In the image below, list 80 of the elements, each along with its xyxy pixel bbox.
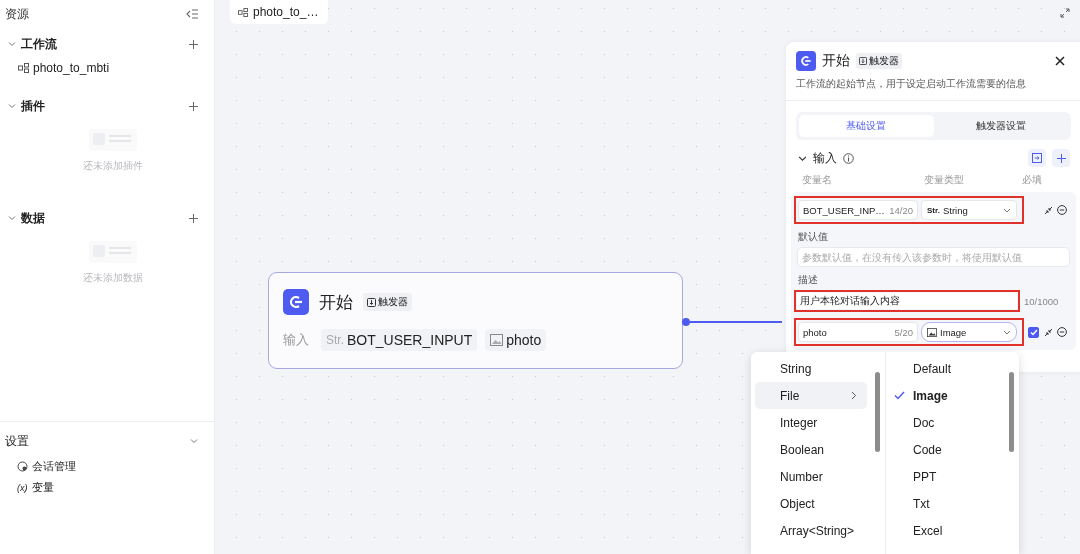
scrollbar[interactable] (875, 372, 880, 452)
add-button[interactable] (1052, 149, 1070, 167)
variable-name-field[interactable]: photo 5/20 (798, 322, 918, 342)
trigger-badge: 触发器 (363, 293, 412, 311)
menu-item[interactable]: Doc (890, 409, 1002, 436)
sidebar-title: 资源 (5, 5, 29, 23)
required-checkbox[interactable] (1028, 326, 1039, 338)
menu-item[interactable]: File (755, 382, 867, 409)
section-title[interactable]: 插件 (21, 97, 45, 115)
add-icon[interactable] (189, 213, 198, 223)
character-count: 10/1000 (1024, 295, 1059, 307)
trigger-icon (367, 297, 376, 307)
settings-title[interactable]: 设置 (5, 432, 29, 450)
trigger-badge: 触发器 (856, 53, 902, 69)
variable-type-select[interactable]: Image (921, 322, 1017, 342)
field-label: 描述 (798, 274, 819, 287)
image-icon (490, 334, 504, 346)
panel-description: 工作流的起始节点，用于设定启动工作流需要的信息 (786, 78, 1080, 101)
section-title[interactable]: 数据 (21, 209, 45, 227)
settings-tab[interactable]: 基础设置 (799, 115, 934, 137)
menu-item[interactable]: String (755, 355, 867, 382)
variable-name-field[interactable]: BOT_USER_INP… 14/20 (798, 200, 918, 220)
add-icon[interactable] (189, 101, 198, 111)
dropdown-icon (1003, 329, 1011, 335)
chat-settings-icon (17, 461, 28, 472)
empty-text: 还未添加插件 (83, 159, 143, 173)
settings-item[interactable]: 会话管理 (5, 456, 198, 477)
start-node-icon (796, 51, 816, 71)
chevron-icon[interactable] (798, 153, 807, 163)
image-icon (927, 327, 937, 337)
remove-icon[interactable] (1057, 327, 1067, 337)
menu-item[interactable]: Code (890, 436, 1002, 463)
import-button[interactable] (1028, 149, 1046, 167)
import-icon (1032, 153, 1042, 163)
panel-title: 开始 (822, 52, 850, 70)
add-icon[interactable] (189, 39, 198, 49)
checkmark-icon (894, 391, 905, 400)
canvas-tab[interactable]: photo_to_… (230, 0, 329, 24)
collapse-row-icon[interactable] (1044, 205, 1053, 215)
workflow-icon (18, 63, 29, 73)
column-header: 变量名 (802, 174, 833, 187)
collapse-icon[interactable] (186, 9, 198, 19)
default-value-field[interactable]: 参数默认值，在没有传入该参数时，将使用默认值 (797, 247, 1070, 267)
input-chip: photo (485, 329, 547, 351)
node-title: 开始 (319, 291, 353, 314)
info-icon[interactable] (843, 152, 854, 164)
menu-item[interactable]: Txt (890, 490, 1002, 517)
trigger-icon (859, 57, 867, 65)
settings-tab[interactable]: 触发器设置 (933, 115, 1068, 137)
menu-item[interactable]: Image (890, 382, 1002, 409)
variable-type-select[interactable]: Str. String (921, 200, 1017, 220)
collapse-row-icon[interactable] (1044, 327, 1053, 337)
settings-item[interactable]: (x) 变量 (5, 477, 198, 498)
empty-text: 还未添加数据 (83, 271, 143, 285)
menu-item[interactable]: Excel (890, 517, 1002, 544)
workflow-item[interactable]: photo_to_mbti (8, 53, 198, 83)
dropdown-icon (1003, 207, 1011, 213)
menu-item[interactable]: Object (755, 490, 867, 517)
description-field[interactable]: 用户本轮对话输入内容 (797, 293, 1017, 309)
menu-item[interactable]: Number (755, 463, 867, 490)
add-icon (1056, 153, 1066, 163)
close-icon[interactable] (1055, 56, 1065, 66)
input-chip: Str. BOT_USER_INPUT (321, 329, 478, 351)
section-title[interactable]: 工作流 (21, 35, 57, 53)
menu-item[interactable]: Boolean (755, 436, 867, 463)
column-header: 必填 (1022, 174, 1042, 187)
menu-item[interactable]: Array<String> (755, 517, 867, 544)
field-label: 默认值 (798, 231, 829, 244)
inputs-label: 输入 (283, 331, 309, 349)
workflow-icon (238, 7, 248, 17)
start-node[interactable]: 开始 触发器 输入 Str. BOT_USER_INPUT photo (268, 272, 683, 369)
fullscreen-icon[interactable] (1060, 8, 1070, 18)
start-node-icon (283, 289, 309, 315)
menu-item[interactable]: Default (890, 355, 1002, 382)
scrollbar[interactable] (1009, 372, 1014, 452)
column-header: 变量类型 (924, 174, 965, 187)
section-title: 输入 (813, 149, 837, 167)
menu-item[interactable]: PPT (890, 463, 1002, 490)
menu-item[interactable]: Integer (755, 409, 867, 436)
remove-icon[interactable] (1057, 205, 1067, 215)
